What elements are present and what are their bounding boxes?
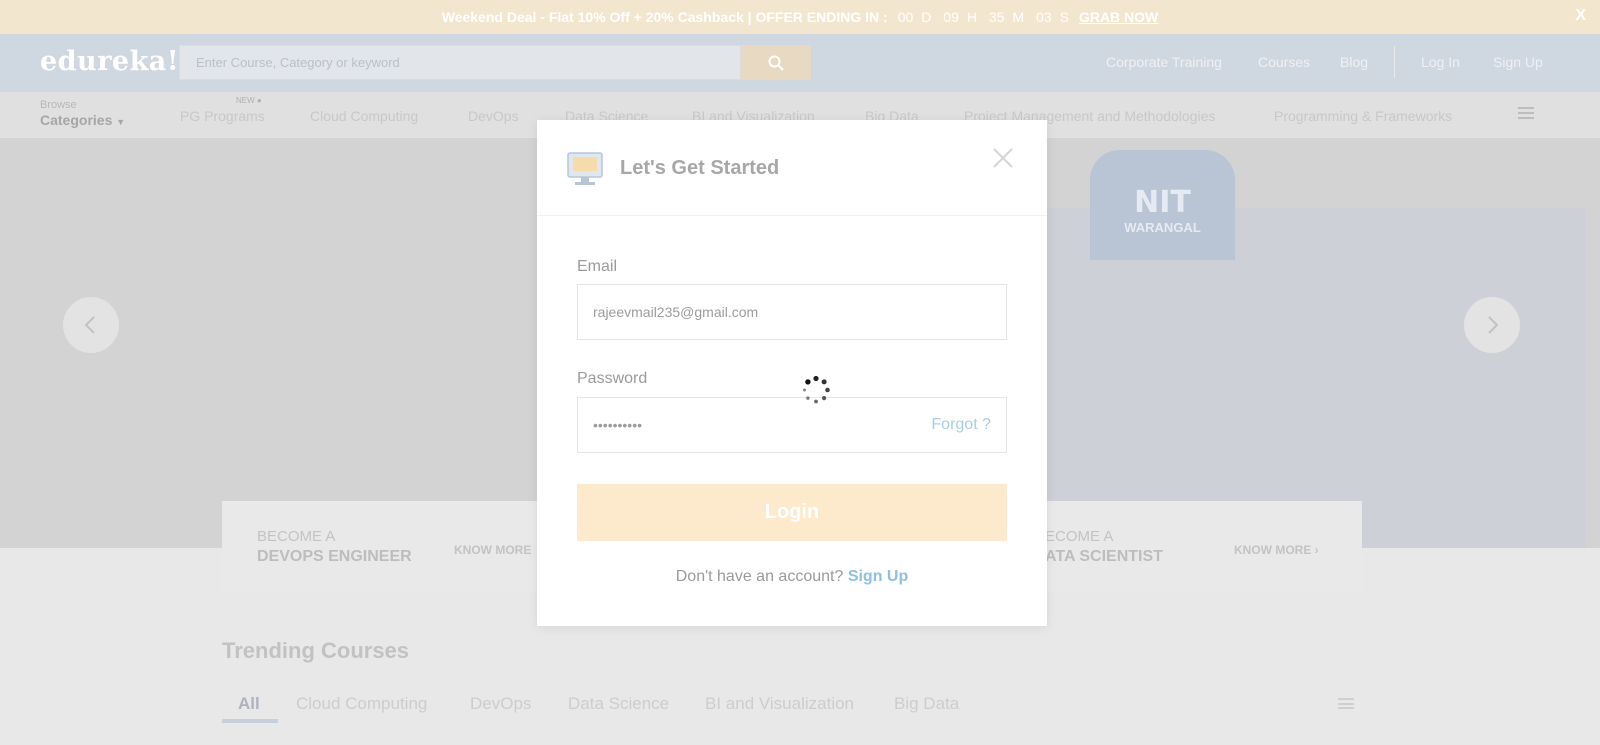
card-devops-know-more[interactable]: KNOW MORE	[454, 543, 531, 557]
login-button[interactable]: Login	[577, 484, 1007, 541]
chevron-right-icon	[1488, 316, 1499, 334]
signup-prompt: Don't have an account? Sign Up	[537, 568, 1047, 586]
tab-bi-visualization[interactable]: BI and Visualization	[705, 694, 854, 714]
categories-label: Categories	[40, 112, 113, 128]
monitor-book-icon	[567, 152, 603, 185]
more-categories-icon[interactable]	[1518, 107, 1534, 119]
loading-spinner-icon	[803, 375, 830, 404]
search-icon	[768, 55, 784, 71]
category-devops[interactable]: DevOps	[468, 108, 519, 124]
modal-title: Let's Get Started	[620, 157, 780, 179]
promo-countdown: 00 D 09 H 35 M 03 S	[894, 9, 1073, 25]
card-devops-eyebrow: BECOME A	[257, 528, 336, 545]
tab-devops[interactable]: DevOps	[470, 694, 531, 714]
new-badge-label: NEW	[236, 96, 255, 105]
categories-dropdown[interactable]: Categories ▼	[40, 112, 125, 128]
nav-courses[interactable]: Courses	[1258, 54, 1310, 70]
search-button[interactable]	[741, 45, 811, 80]
card-data-scientist-know-more[interactable]: KNOW MORE ›	[1234, 543, 1319, 557]
banner-title: NIT	[1134, 185, 1191, 220]
countdown-hours: 09	[943, 9, 959, 25]
promo-close-button[interactable]: X	[1575, 7, 1586, 25]
password-value: ••••••••••	[593, 417, 643, 433]
logo[interactable]: edureka!	[40, 46, 179, 77]
card-data-scientist-know-more-label: KNOW MORE	[1234, 543, 1312, 557]
tab-all[interactable]: All	[238, 694, 260, 714]
no-account-text: Don't have an account?	[675, 568, 844, 585]
countdown-minutes: 35	[988, 9, 1005, 25]
modal-header: Let's Get Started	[537, 120, 1047, 216]
chevron-right-small-icon: ›	[1314, 543, 1319, 557]
tab-cloud-computing[interactable]: Cloud Computing	[296, 694, 427, 714]
countdown-days: 00	[897, 9, 914, 25]
chevron-left-icon	[84, 316, 95, 334]
password-label: Password	[577, 370, 648, 387]
list-view-icon[interactable]	[1338, 698, 1354, 709]
login-modal: Let's Get Started Email rajeevmail235@gm…	[537, 120, 1047, 626]
countdown-seconds-unit: S	[1059, 9, 1069, 25]
nav-corporate-training[interactable]: Corporate Training	[1106, 54, 1222, 70]
password-field[interactable]: •••••••••• Forgot ?	[577, 397, 1007, 453]
nav-login[interactable]: Log In	[1421, 54, 1460, 70]
carousel-next-button[interactable]	[1464, 297, 1520, 353]
countdown-days-unit: D	[921, 9, 932, 25]
card-devops-title: DEVOPS ENGINEER	[257, 548, 412, 565]
countdown-minutes-unit: M	[1012, 9, 1025, 25]
trending-title: Trending Courses	[222, 638, 410, 663]
search-input[interactable]: Enter Course, Category or keyword	[179, 45, 741, 80]
banner-subtitle: WARANGAL	[1124, 220, 1201, 235]
chevron-down-icon: ▼	[116, 117, 126, 127]
card-data-scientist-eyebrow: ECOME A	[1045, 528, 1114, 545]
site-header: edureka! Enter Course, Category or keywo…	[0, 34, 1600, 92]
signup-link[interactable]: Sign Up	[848, 568, 908, 585]
nav-signup[interactable]: Sign Up	[1493, 54, 1543, 70]
active-tab-indicator	[222, 719, 278, 723]
nav-blog[interactable]: Blog	[1340, 54, 1368, 70]
category-pg-programs[interactable]: PG Programs	[180, 108, 265, 124]
countdown-seconds: 03	[1036, 9, 1052, 25]
countdown-hours-unit: H	[966, 9, 977, 25]
category-programming[interactable]: Programming & Frameworks	[1274, 108, 1452, 124]
tab-data-science[interactable]: Data Science	[568, 694, 669, 714]
category-cloud-computing[interactable]: Cloud Computing	[310, 108, 418, 124]
email-label: Email	[577, 258, 618, 275]
tab-big-data[interactable]: Big Data	[894, 694, 959, 714]
browse-label: Browse	[40, 99, 77, 111]
new-badge: NEW ●	[236, 96, 262, 105]
nav-divider	[1394, 46, 1395, 78]
promo-bar: Weekend Deal - Flat 10% Off + 20% Cashba…	[0, 0, 1600, 34]
promo-deal-text: Weekend Deal - Flat 10% Off + 20% Cashba…	[441, 9, 888, 25]
card-data-scientist-title: ATA SCIENTIST	[1045, 548, 1163, 565]
forgot-password-link[interactable]: Forgot ?	[931, 398, 991, 452]
carousel-prev-button[interactable]	[63, 297, 119, 353]
email-field[interactable]: rajeevmail235@gmail.com	[577, 284, 1007, 340]
grab-now-link[interactable]: GRAB NOW	[1079, 9, 1158, 25]
close-icon[interactable]	[992, 147, 1014, 169]
